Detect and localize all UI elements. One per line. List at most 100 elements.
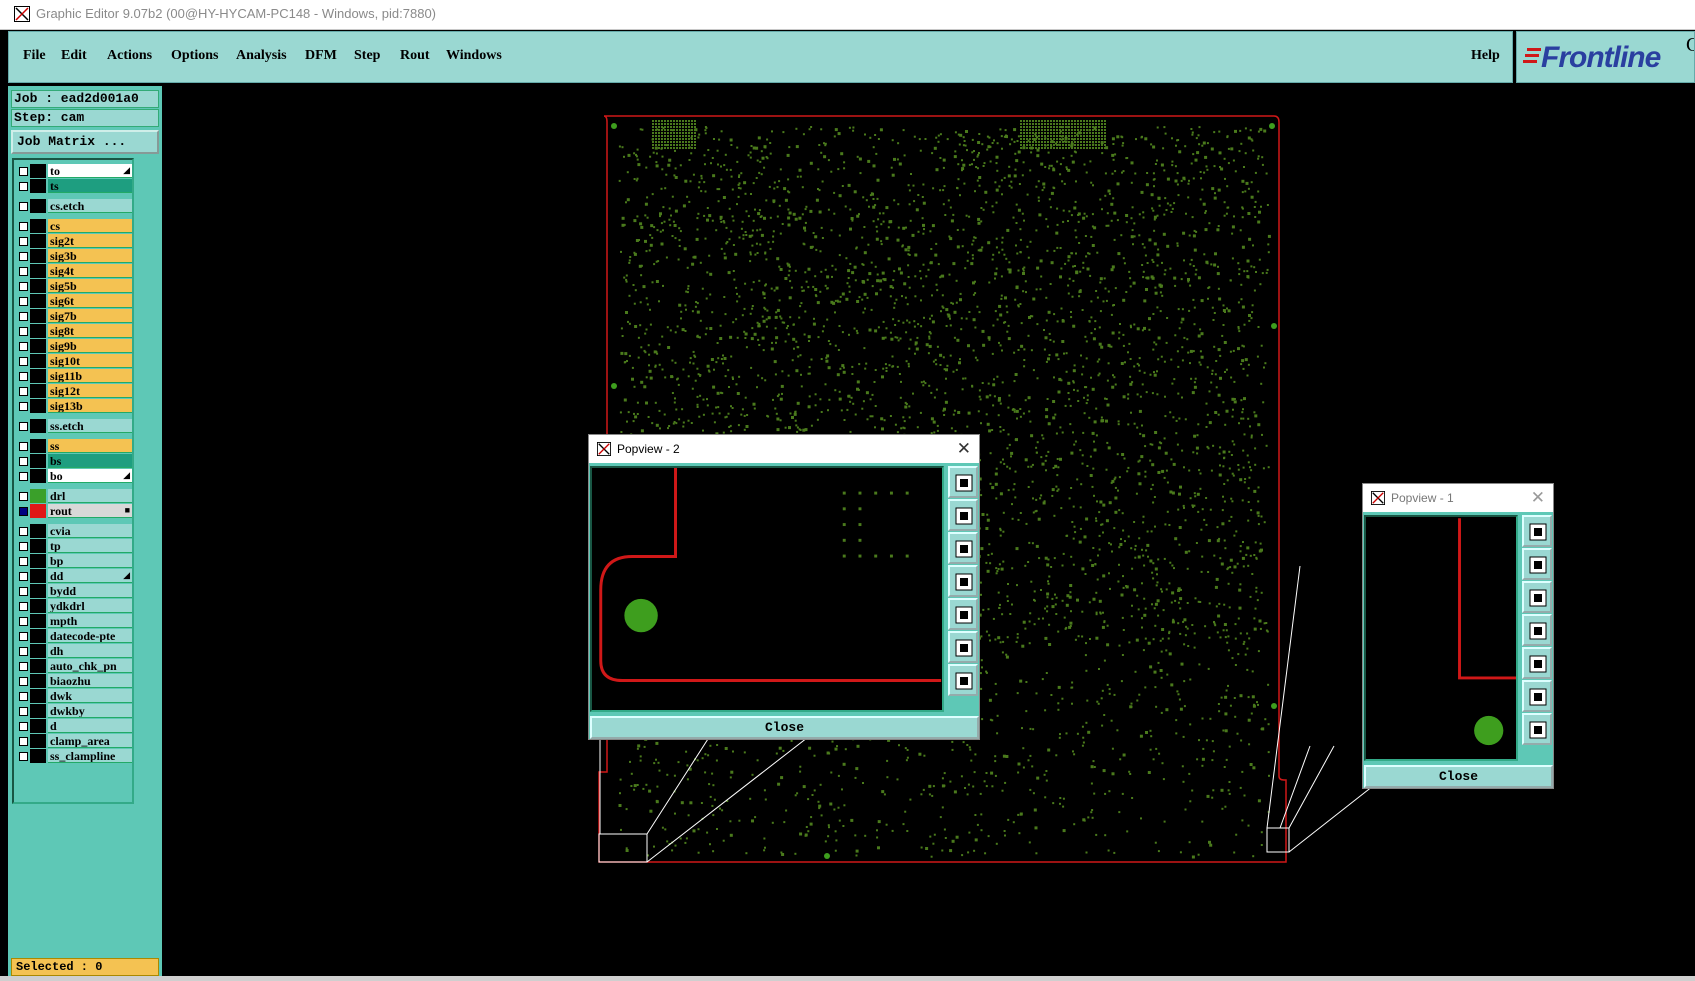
layer-row-ydkdrl[interactable]: ydkdrl [16, 599, 132, 613]
layer-checkbox[interactable] [19, 252, 28, 261]
layer-name[interactable]: rout [48, 504, 132, 518]
layer-row-sig3b[interactable]: sig3b [16, 249, 132, 263]
layer-checkbox[interactable] [19, 662, 28, 671]
layer-name[interactable]: ts [48, 179, 132, 193]
layer-checkbox[interactable] [19, 457, 28, 466]
layer-name[interactable]: ss.etch [48, 419, 132, 433]
menu-analysis[interactable]: Analysis [236, 48, 287, 64]
layer-name[interactable]: cvia [48, 524, 132, 538]
layer-row-mpth[interactable]: mpth [16, 614, 132, 628]
layer-checkbox[interactable] [19, 202, 28, 211]
layer-name[interactable]: drl [48, 489, 132, 503]
pan-left-button[interactable] [948, 565, 978, 597]
layer-checkbox[interactable] [19, 237, 28, 246]
layer-name[interactable]: ss [48, 439, 132, 453]
layer-row-sig4t[interactable]: sig4t [16, 264, 132, 278]
close-icon[interactable]: ✕ [1531, 488, 1545, 508]
layer-checkbox[interactable] [19, 267, 28, 276]
layer-row-dwkby[interactable]: dwkby [16, 704, 132, 718]
layer-name[interactable]: ydkdrl [48, 599, 132, 613]
layer-name[interactable]: sig2t [48, 234, 132, 248]
layer-checkbox[interactable] [19, 327, 28, 336]
layer-name[interactable]: ss_clampline [48, 749, 132, 763]
layer-row-bs[interactable]: bs [16, 454, 132, 468]
menu-edit[interactable]: Edit [61, 48, 87, 64]
layer-row-dd[interactable]: dd ◢ [16, 569, 132, 583]
layer-name[interactable]: sig5b [48, 279, 132, 293]
layer-row-to[interactable]: to ◢ [16, 164, 132, 178]
window-button[interactable] [1522, 515, 1552, 547]
zoom-out-button[interactable] [1522, 680, 1552, 712]
layer-name[interactable]: bs [48, 454, 132, 468]
layer-checkbox[interactable] [19, 312, 28, 321]
layer-checkbox[interactable] [19, 472, 28, 481]
menu-options[interactable]: Options [171, 48, 218, 64]
layer-name[interactable]: sig9b [48, 339, 132, 353]
layer-name[interactable]: bp [48, 554, 132, 568]
layer-row-drl[interactable]: drl [16, 489, 132, 503]
layer-row-bo[interactable]: bo ◢ [16, 469, 132, 483]
layer-row-sig12t[interactable]: sig12t [16, 384, 132, 398]
menu-rout[interactable]: Rout [400, 48, 430, 64]
menu-dfm[interactable]: DFM [305, 48, 337, 64]
layer-name[interactable]: auto_chk_pn [48, 659, 132, 673]
layer-row-sig8t[interactable]: sig8t [16, 324, 132, 338]
layer-checkbox[interactable] [19, 602, 28, 611]
layer-checkbox[interactable] [19, 297, 28, 306]
layer-checkbox[interactable] [19, 282, 28, 291]
pan-up-button[interactable] [1522, 548, 1552, 580]
popview-2-titlebar[interactable]: Popview - 2 ✕ [589, 435, 979, 463]
layer-name[interactable]: sig6t [48, 294, 132, 308]
layer-row-biaozhu[interactable]: biaozhu [16, 674, 132, 688]
layer-name[interactable]: mpth [48, 614, 132, 628]
layer-row-cvia[interactable]: cvia [16, 524, 132, 538]
layer-checkbox[interactable] [19, 222, 28, 231]
menu-step[interactable]: Step [354, 48, 380, 64]
layer-checkbox[interactable] [19, 342, 28, 351]
layer-name[interactable]: d [48, 719, 132, 733]
popview-1-titlebar[interactable]: Popview - 1 ✕ [1363, 484, 1553, 512]
layer-row-auto-chk-pn[interactable]: auto_chk_pn [16, 659, 132, 673]
menu-file[interactable]: File [23, 48, 46, 64]
layer-checkbox[interactable] [19, 632, 28, 641]
layer-checkbox[interactable] [19, 572, 28, 581]
layer-name[interactable]: sig8t [48, 324, 132, 338]
layer-row-ss[interactable]: ss [16, 439, 132, 453]
layer-checkbox[interactable] [19, 707, 28, 716]
layer-checkbox[interactable] [19, 542, 28, 551]
layer-name[interactable]: sig3b [48, 249, 132, 263]
layer-row-sig5b[interactable]: sig5b [16, 279, 132, 293]
layer-checkbox[interactable] [19, 357, 28, 366]
pan-left-button[interactable] [1522, 614, 1552, 646]
popview-2-close-button[interactable]: Close [590, 716, 979, 739]
layer-checkbox[interactable] [19, 422, 28, 431]
layer-name[interactable]: sig13b [48, 399, 132, 413]
layer-row-dh[interactable]: dh [16, 644, 132, 658]
layer-row-sig7b[interactable]: sig7b [16, 309, 132, 323]
layer-checkbox[interactable] [19, 492, 28, 501]
layer-row-sig2t[interactable]: sig2t [16, 234, 132, 248]
layer-checkbox[interactable] [19, 587, 28, 596]
layer-name[interactable]: sig10t [48, 354, 132, 368]
layer-name[interactable]: tp [48, 539, 132, 553]
popview-2-view[interactable] [590, 466, 944, 712]
layer-name[interactable]: dwkby [48, 704, 132, 718]
layer-checkbox[interactable] [19, 752, 28, 761]
layer-name[interactable]: dwk [48, 689, 132, 703]
pan-down-button[interactable] [948, 532, 978, 564]
layer-checkbox[interactable] [19, 507, 28, 516]
layer-checkbox[interactable] [19, 617, 28, 626]
layer-checkbox[interactable] [19, 722, 28, 731]
layer-checkbox[interactable] [19, 387, 28, 396]
layer-checkbox[interactable] [19, 557, 28, 566]
layer-name[interactable]: cs.etch [48, 199, 132, 213]
layer-row-sig10t[interactable]: sig10t [16, 354, 132, 368]
layer-row-bp[interactable]: bp [16, 554, 132, 568]
close-icon[interactable]: ✕ [957, 439, 971, 459]
layer-row-clamp-area[interactable]: clamp_area [16, 734, 132, 748]
layer-checkbox[interactable] [19, 677, 28, 686]
layer-checkbox[interactable] [19, 442, 28, 451]
layer-checkbox[interactable] [19, 372, 28, 381]
layer-row-sig13b[interactable]: sig13b [16, 399, 132, 413]
layer-name[interactable]: datecode-pte [48, 629, 132, 643]
